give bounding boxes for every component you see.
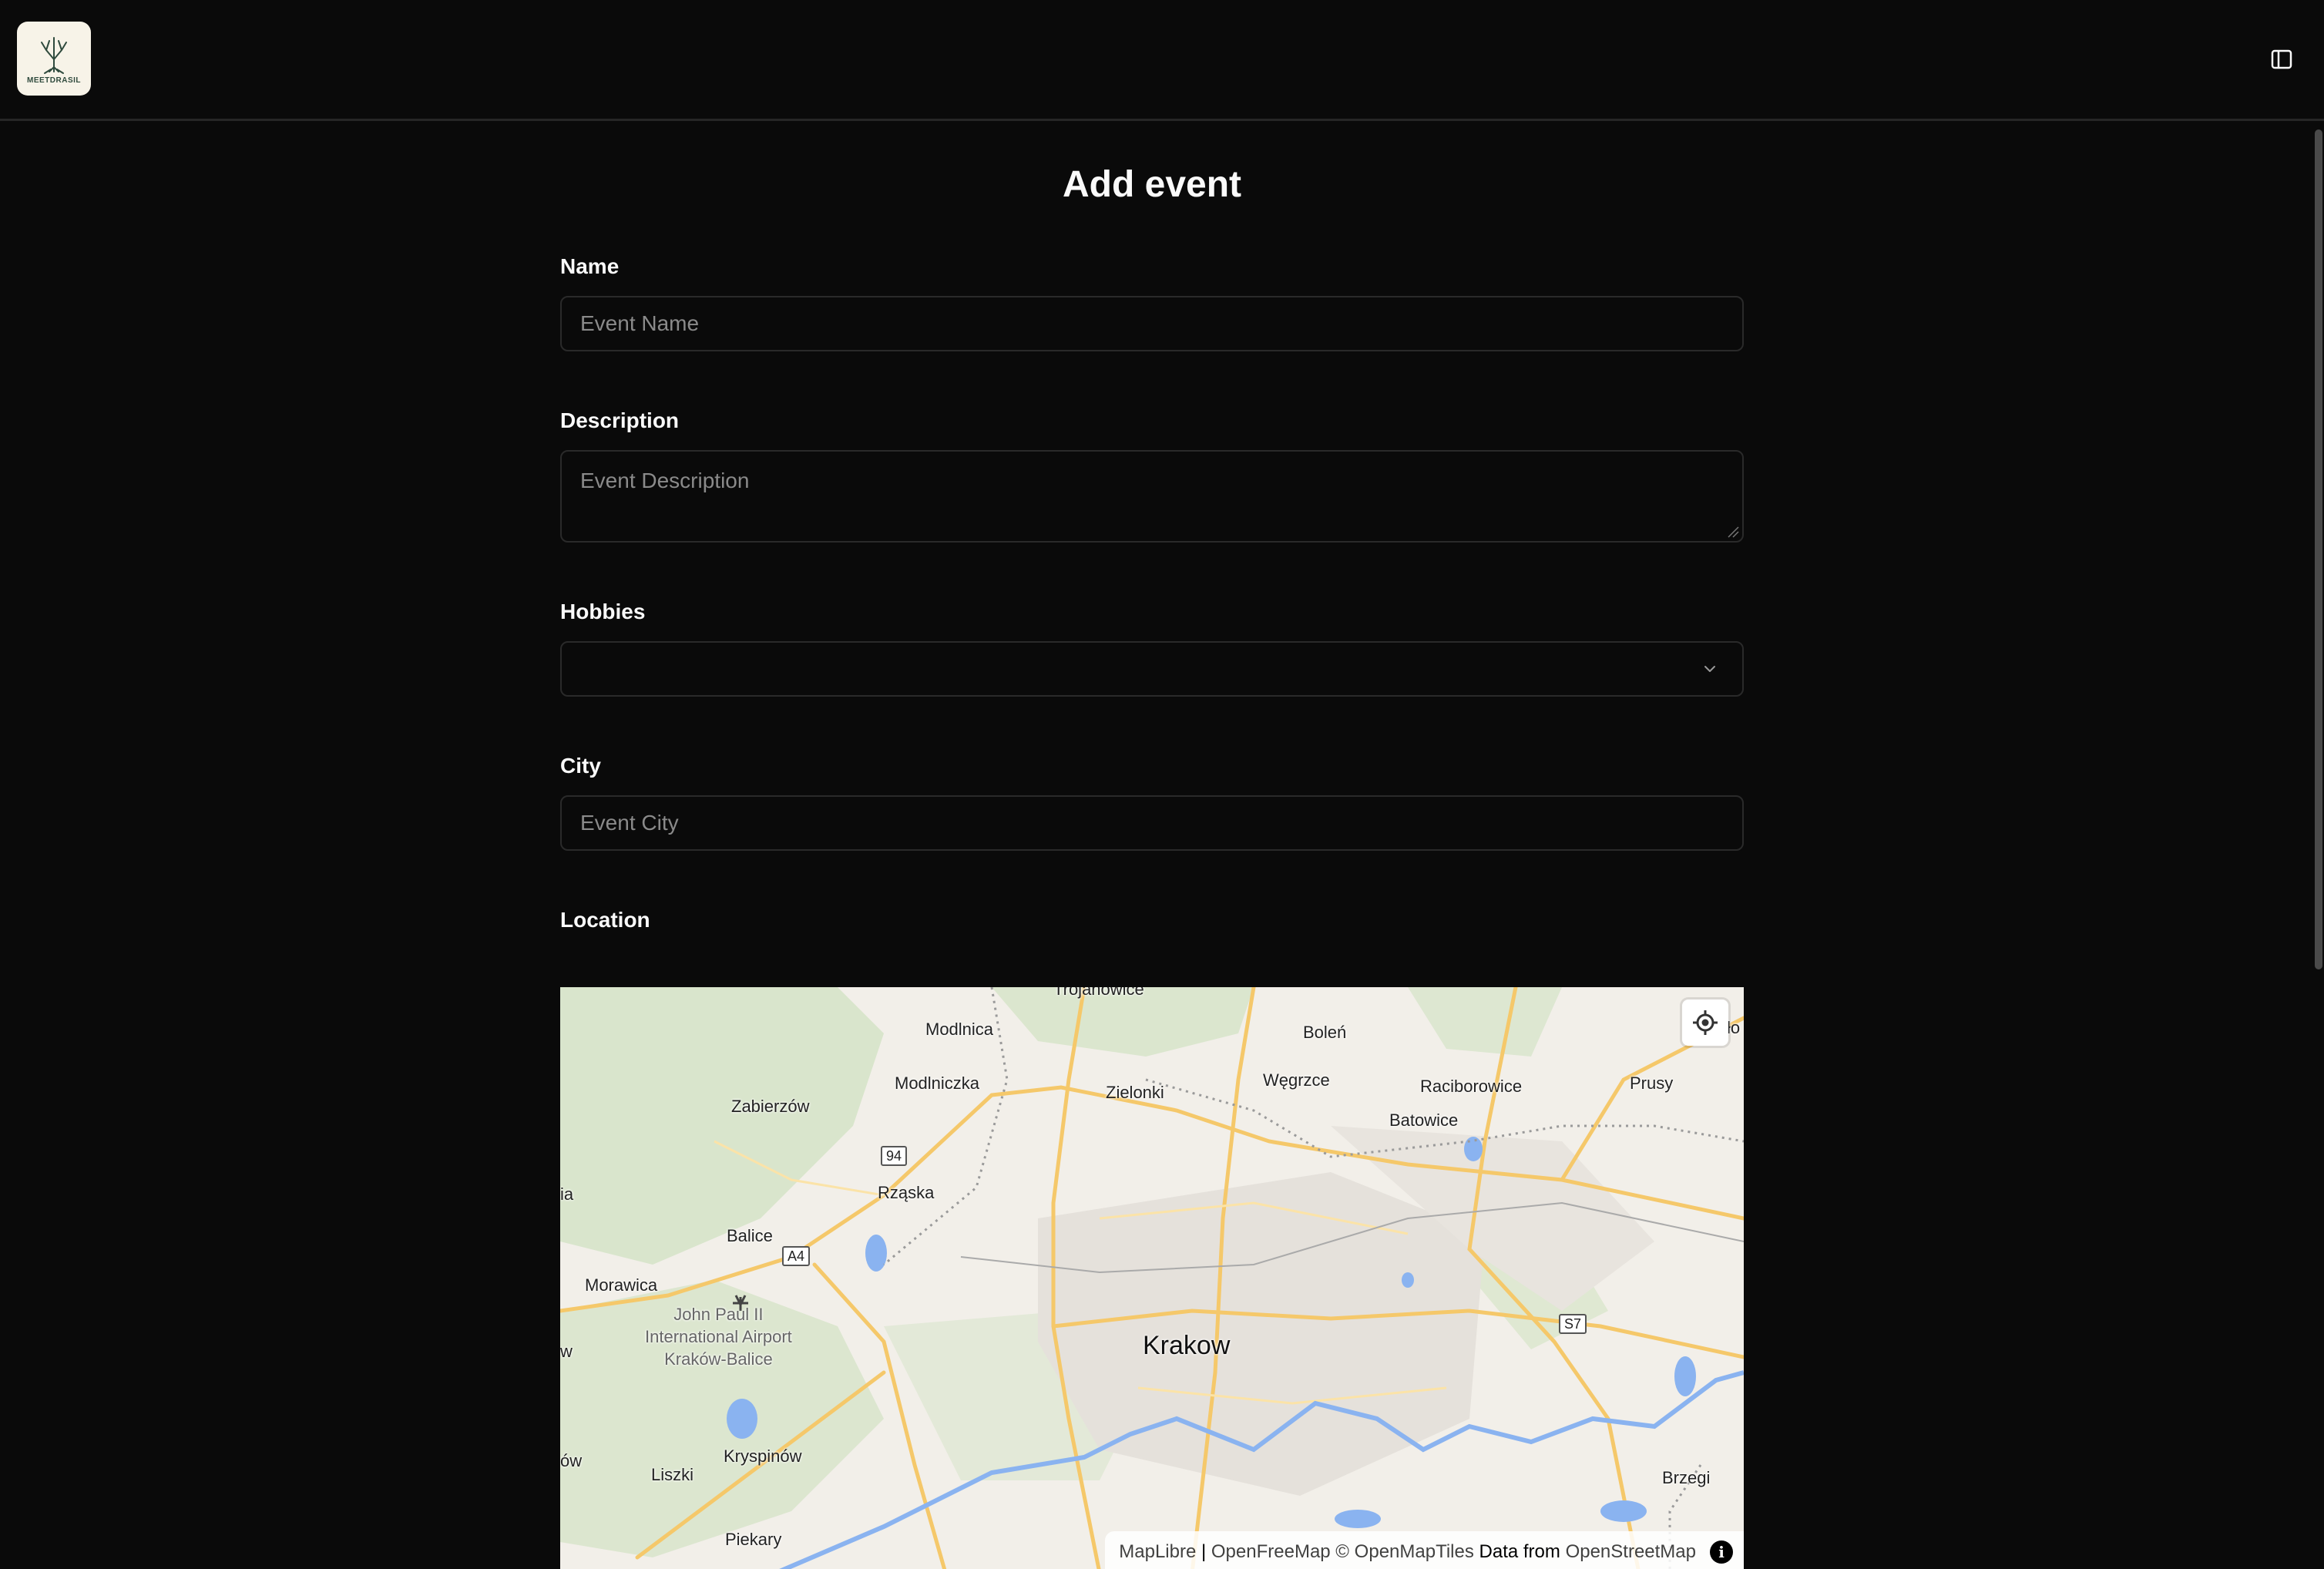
tree-icon (41, 36, 67, 74)
map-place-label: Raciborowice (1420, 1077, 1523, 1096)
city-input[interactable] (560, 795, 1744, 851)
map-place-label: Zabierzów (731, 1097, 810, 1116)
airport-line: John Paul II (673, 1305, 764, 1324)
map-place-label: Węgrzce (1263, 1070, 1330, 1090)
map-edge-label: ło (1727, 1018, 1741, 1037)
map-edge-label: ów (560, 1451, 583, 1470)
attribution-copyright: © (1330, 1541, 1355, 1562)
map-tiles (560, 987, 1744, 1569)
map-place-label: Liszki (651, 1465, 694, 1484)
map-place-label: Modlnica (925, 1020, 994, 1039)
sidebar-toggle-icon[interactable] (2270, 48, 2293, 71)
description-textarea[interactable] (560, 450, 1744, 543)
geolocate-button[interactable] (1682, 1000, 1728, 1046)
airport-line: Kraków-Balice (664, 1349, 773, 1369)
description-wrapper (560, 450, 1744, 543)
chevron-down-icon (1704, 666, 1715, 672)
map-city-label: Krakow (1143, 1331, 1231, 1360)
road-shield: 94 (881, 1146, 908, 1166)
app-header: MEETDRASIL (0, 0, 2324, 121)
map-place-label: Kryspinów (724, 1446, 802, 1466)
page-title: Add event (1062, 164, 1242, 205)
map-place-label: Trojanowice (1053, 987, 1144, 999)
resize-grip-icon[interactable] (1727, 526, 1739, 538)
hobbies-label: Hobbies (560, 600, 646, 623)
info-icon[interactable]: i (1710, 1540, 1733, 1564)
logo-text: MEETDRASIL (27, 76, 81, 85)
map-place-label: Morawica (585, 1275, 658, 1295)
map-place-label: Piekary (725, 1530, 782, 1549)
location-map[interactable]: Trojanowice Modlnica Boleń Modlniczka Zi… (560, 987, 1744, 1569)
location-label: Location (560, 908, 650, 932)
airport-line: International Airport (645, 1327, 792, 1346)
map-place-label: Boleń (1303, 1023, 1347, 1042)
app-logo[interactable]: MEETDRASIL (17, 22, 91, 96)
map-place-label: Prusy (1630, 1073, 1674, 1093)
openfreemap-link[interactable]: OpenFreeMap (1211, 1541, 1331, 1563)
openstreetmap-link[interactable]: OpenStreetMap (1566, 1541, 1696, 1563)
map-place-label: Brzegi (1662, 1468, 1711, 1487)
map-place-label: Modlniczka (895, 1073, 980, 1093)
map-attribution: MapLibre | OpenFreeMap © OpenMapTiles Da… (1105, 1531, 1744, 1569)
description-label: Description (560, 408, 680, 432)
map-edge-label: w (560, 1342, 573, 1361)
hobbies-select[interactable] (560, 641, 1744, 697)
page-scrollbar[interactable] (2315, 129, 2322, 969)
map-airport-label: John Paul II International Airport Krakó… (645, 1303, 792, 1370)
openmaptiles-link[interactable]: OpenMapTiles (1355, 1541, 1474, 1563)
crosshair-icon (1693, 1010, 1718, 1035)
name-label: Name (560, 254, 620, 278)
map-place-label: Batowice (1389, 1110, 1459, 1130)
road-shield: S7 (1559, 1314, 1587, 1334)
road-shield: A4 (782, 1246, 811, 1266)
maplibre-link[interactable]: MapLibre (1119, 1541, 1196, 1563)
map-place-label: Rząska (878, 1183, 935, 1202)
map-place-label: Balice (727, 1226, 773, 1245)
city-label: City (560, 754, 601, 778)
attribution-separator: | (1196, 1541, 1211, 1562)
attribution-data-from: Data from (1473, 1541, 1566, 1562)
name-input[interactable] (560, 296, 1744, 351)
map-edge-label: ia (560, 1184, 574, 1204)
map-place-label: Zielonki (1106, 1083, 1164, 1102)
